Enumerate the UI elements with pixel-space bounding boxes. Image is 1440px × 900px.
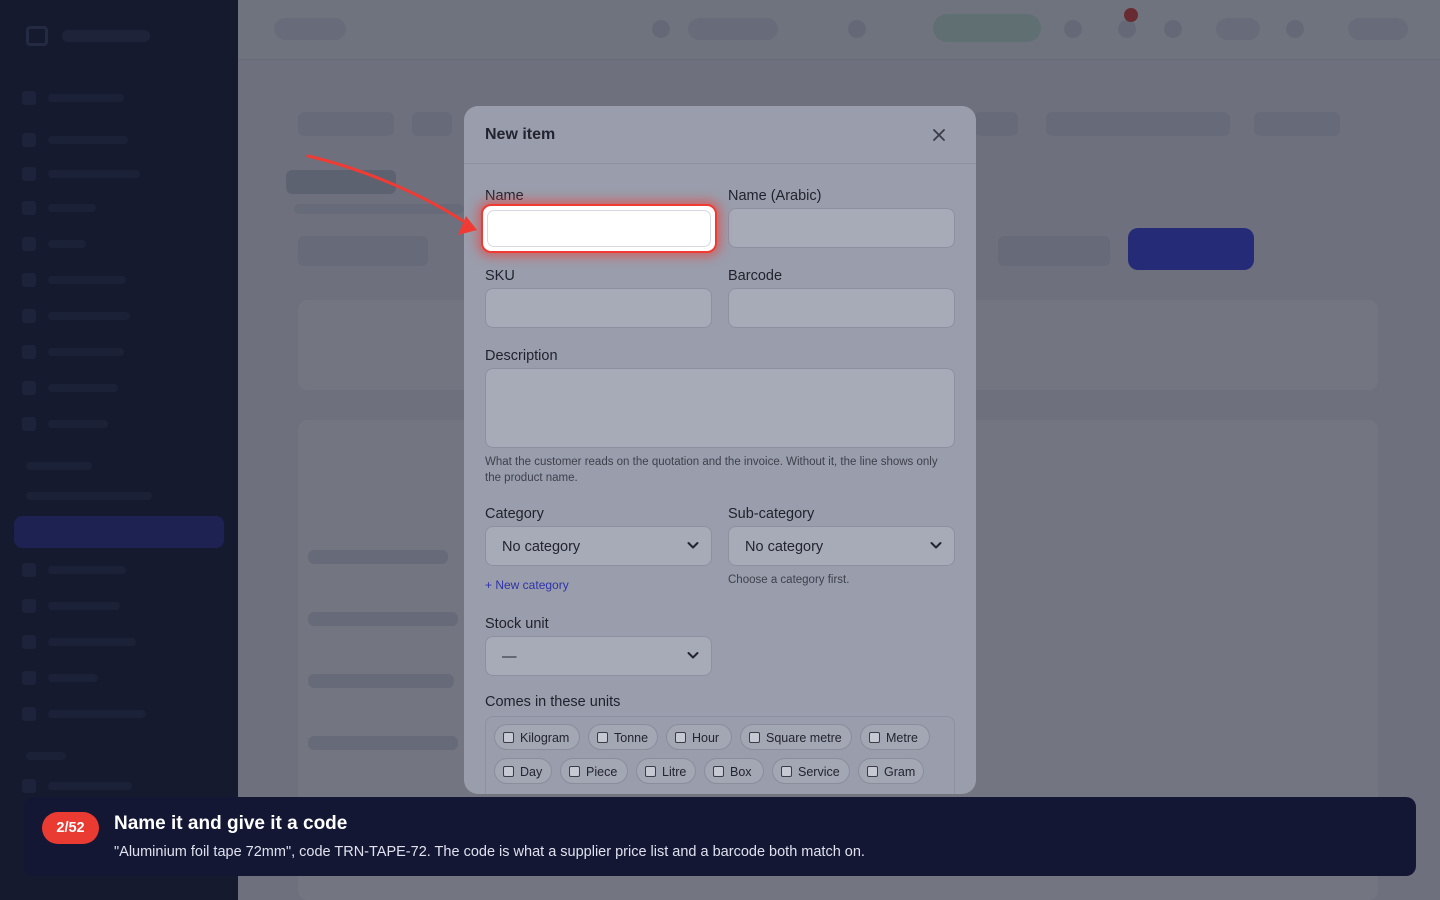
unit-checkbox-tonne[interactable]: Tonne (588, 724, 658, 750)
unit-checkbox-gram[interactable]: Gram (858, 758, 924, 784)
new-category-link[interactable]: + New category (485, 578, 569, 592)
category-label: Category (485, 506, 544, 522)
checkbox-icon (597, 732, 608, 743)
description-textarea[interactable] (485, 368, 955, 448)
name-label: Name (485, 188, 524, 204)
unit-checkbox-service[interactable]: Service (772, 758, 850, 784)
checkbox-icon (569, 766, 580, 777)
name-arabic-label: Name (Arabic) (728, 188, 822, 204)
subcategory-label: Sub-category (728, 506, 815, 522)
unit-checkbox-day[interactable]: Day (494, 758, 552, 784)
subcategory-select[interactable]: No category (728, 526, 955, 566)
unit-checkbox-piece[interactable]: Piece (560, 758, 628, 784)
sku-input[interactable] (485, 288, 712, 328)
stock-unit-label: Stock unit (485, 616, 549, 632)
barcode-input[interactable] (728, 288, 955, 328)
barcode-label: Barcode (728, 268, 783, 284)
unit-checkbox-kilogram[interactable]: Kilogram (494, 724, 580, 750)
chevron-down-icon (687, 542, 699, 549)
name-input[interactable] (487, 210, 711, 247)
checkbox-icon (781, 766, 792, 777)
checkbox-icon (503, 766, 514, 777)
tour-banner: 2/52 Name it and give it a code "Alumini… (24, 797, 1416, 876)
step-counter-badge: 2/52 (42, 812, 99, 844)
checkbox-icon (713, 766, 724, 777)
close-button[interactable] (928, 124, 950, 146)
units-label: Comes in these units (485, 694, 621, 710)
stock-unit-selected-value: — (502, 649, 517, 665)
category-selected-value: No category (502, 539, 581, 555)
description-label: Description (485, 348, 558, 364)
pointer-arrow-icon (306, 154, 477, 235)
stock-unit-select[interactable]: — (485, 636, 712, 676)
unit-checkbox-square-metre[interactable]: Square metre (740, 724, 852, 750)
unit-checkbox-hour[interactable]: Hour (666, 724, 732, 750)
chevron-down-icon (930, 542, 942, 549)
unit-checkbox-metre[interactable]: Metre (860, 724, 930, 750)
unit-checkbox-litre[interactable]: Litre (636, 758, 696, 784)
checkbox-icon (749, 732, 760, 743)
tour-body: "Aluminium foil tape 72mm", code TRN-TAP… (114, 844, 865, 860)
checkbox-icon (645, 766, 656, 777)
sku-label: SKU (485, 268, 515, 284)
chevron-down-icon (687, 652, 699, 659)
checkbox-icon (503, 732, 514, 743)
checkbox-icon (675, 732, 686, 743)
name-arabic-input[interactable] (728, 208, 955, 248)
subcategory-selected-value: No category (745, 539, 824, 555)
tour-title: Name it and give it a code (114, 813, 348, 834)
units-checkbox-group: Kilogram Tonne Hour Square metre Metre D… (485, 716, 955, 794)
close-icon (933, 129, 945, 141)
checkbox-icon (869, 732, 880, 743)
dialog-title: New item (485, 126, 556, 143)
checkbox-icon (867, 766, 878, 777)
dialog-header: New item (464, 106, 976, 164)
description-hint: What the customer reads on the quotation… (485, 456, 938, 484)
subcategory-hint: Choose a category first. (728, 574, 850, 586)
name-field-highlight (481, 204, 717, 253)
category-select[interactable]: No category (485, 526, 712, 566)
unit-checkbox-box[interactable]: Box (704, 758, 764, 784)
